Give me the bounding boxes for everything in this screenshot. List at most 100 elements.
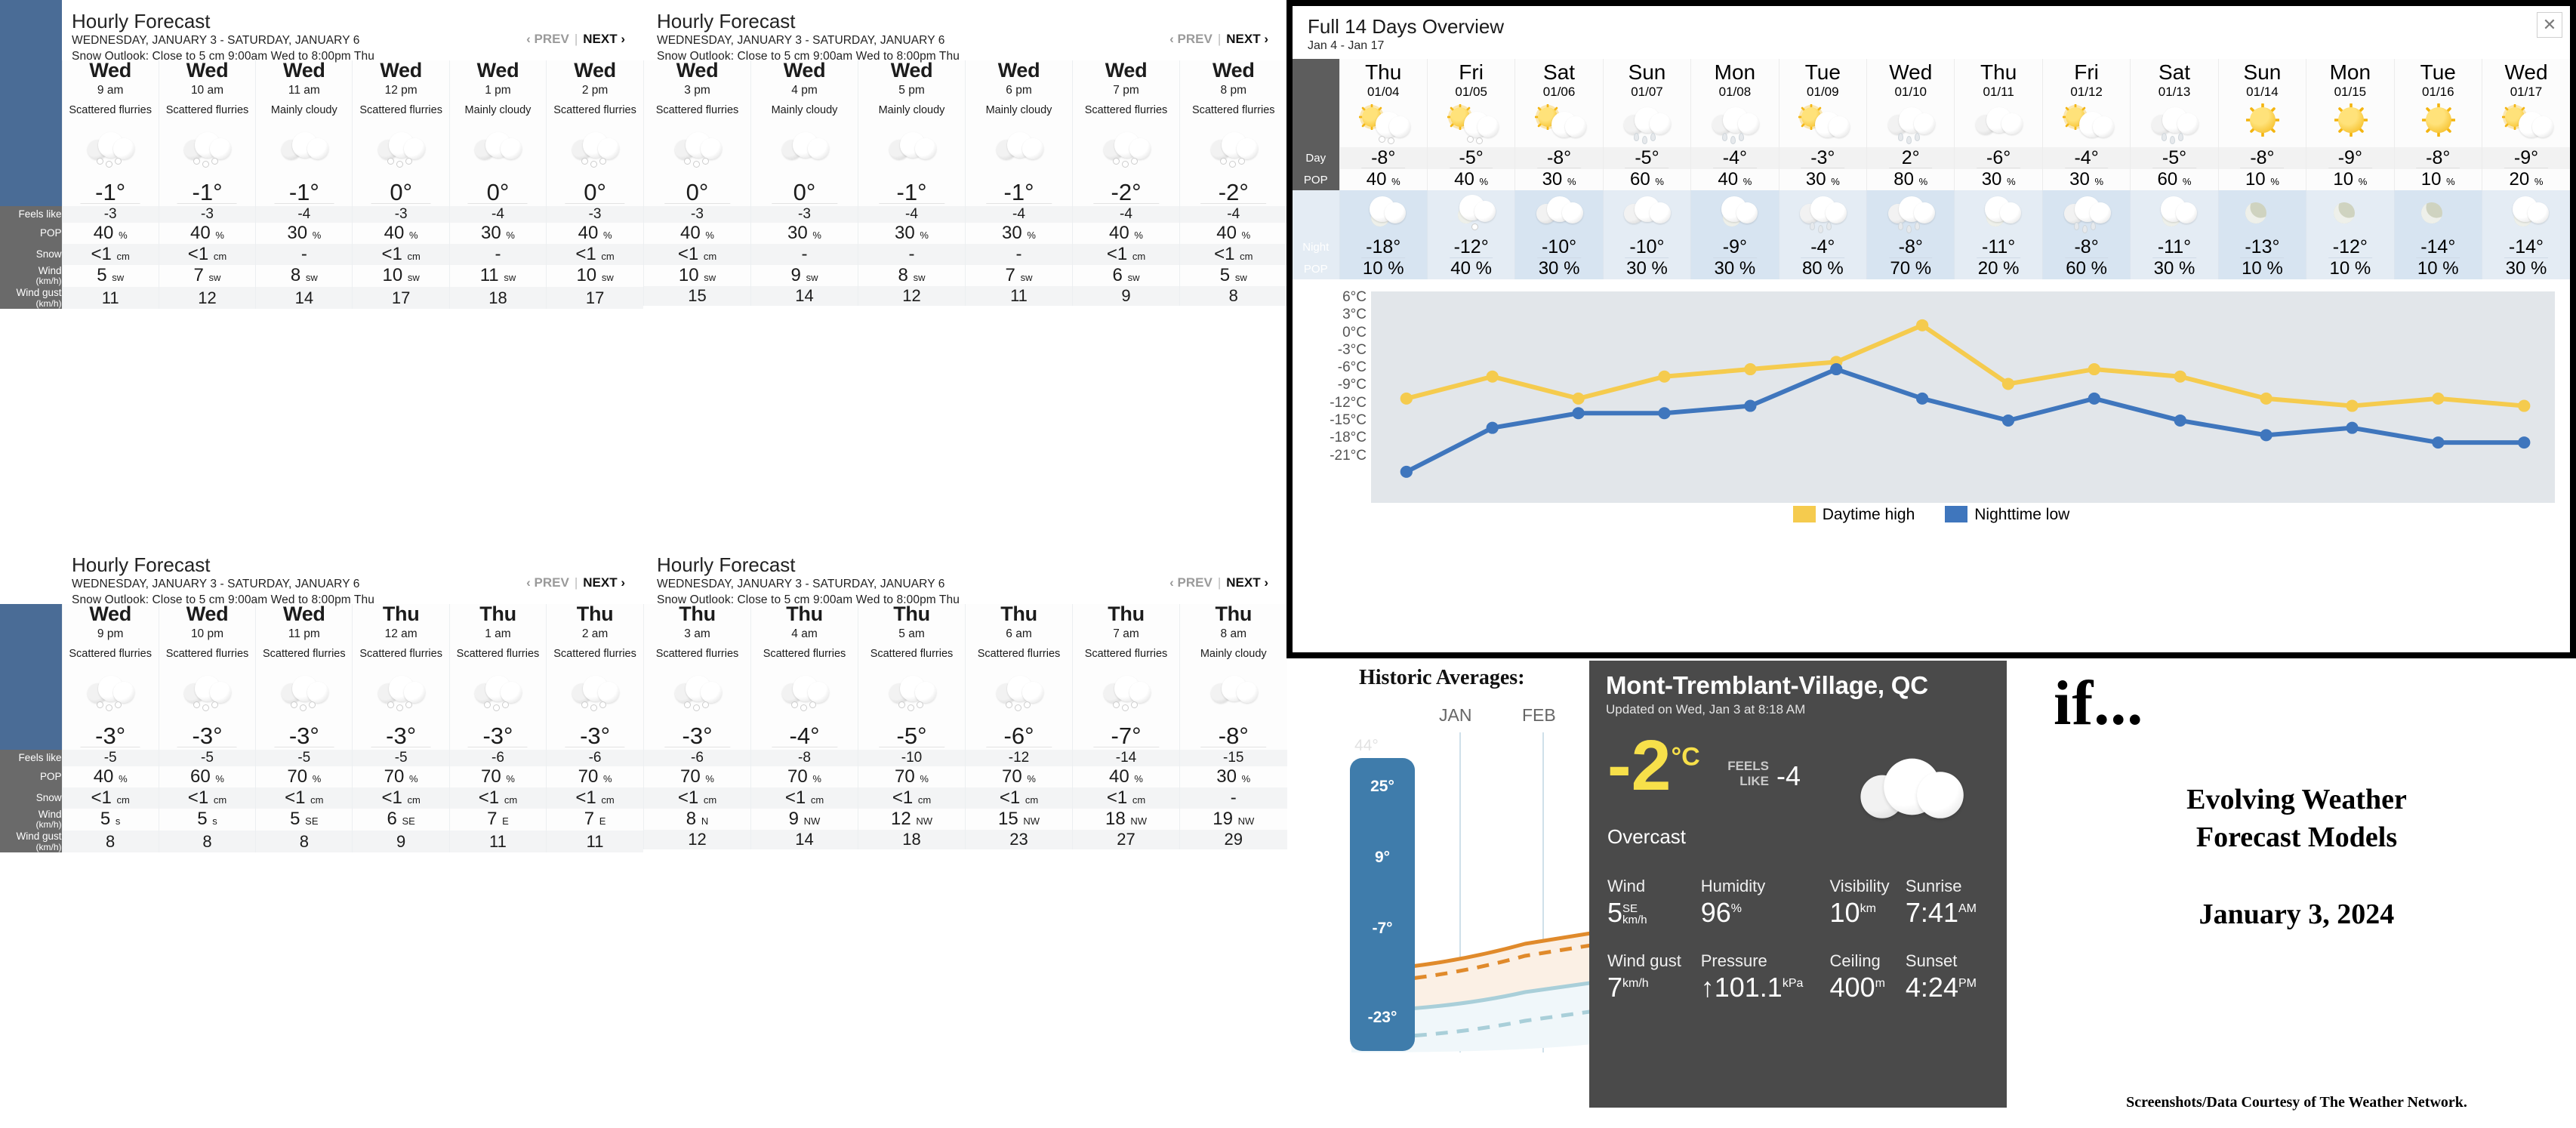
prev-button[interactable]: ‹ PREV: [526, 575, 569, 590]
day-column-header[interactable]: Wed 01/10: [1866, 59, 1955, 101]
temperature-cell: -2°: [1072, 178, 1180, 206]
hour-column-header[interactable]: Wed 10 pm Scattered flurries: [158, 604, 256, 664]
column-condition: Scattered flurries: [165, 104, 249, 116]
cloud-rain-icon: [1866, 101, 1955, 147]
day-column-header[interactable]: Thu 01/04: [1339, 59, 1428, 101]
row-label-day: Day: [1293, 147, 1339, 169]
hour-column-header[interactable]: Wed 9 pm Scattered flurries: [61, 604, 159, 664]
table-row: [643, 663, 1287, 723]
day-column-header[interactable]: Fri 01/12: [2041, 59, 2131, 101]
next-button[interactable]: NEXT ›: [583, 32, 625, 46]
hour-column-header[interactable]: Wed 5 pm Mainly cloudy: [858, 60, 966, 120]
pop-cell: 60 %: [158, 766, 256, 787]
day-column-header[interactable]: Sat 01/13: [2130, 59, 2219, 101]
day-column-header[interactable]: Tue 01/16: [2393, 59, 2482, 101]
hour-column-header[interactable]: Thu 5 am Scattered flurries: [858, 604, 966, 664]
prev-button[interactable]: ‹ PREV: [1169, 575, 1213, 590]
hour-column-header[interactable]: Thu 7 am Scattered flurries: [1072, 604, 1180, 664]
city-name: Mont-Tremblant-Village, QC: [1606, 671, 1928, 699]
temperature-cell: -3°: [255, 722, 353, 750]
feels-like-cell: -3: [158, 205, 256, 223]
column-time: 6 pm: [1006, 84, 1032, 97]
hour-column-header[interactable]: Wed 10 am Scattered flurries: [158, 60, 256, 120]
feels-like-cell: -14: [1072, 749, 1180, 766]
day-of-week: Sat: [1543, 60, 1576, 84]
snow-cloud-icon: [750, 663, 858, 723]
row-label-pop: POP: [1293, 169, 1339, 190]
day-column-header[interactable]: Thu 01/11: [1954, 59, 2043, 101]
hour-column-header[interactable]: Thu 3 am Scattered flurries: [643, 604, 751, 664]
table-row: Wind gust 7km/h Pressure ↑101.1kPa Ceiling 40…: [1607, 947, 1994, 1020]
day-column-header[interactable]: Sun 01/14: [2217, 59, 2306, 101]
hourly-forecast-panel-3: Hourly Forecast WEDNESDAY, JANUARY 3 - S…: [0, 544, 643, 1042]
day-date: 01/14: [2246, 85, 2279, 99]
hour-column-header[interactable]: Thu 4 am Scattered flurries: [750, 604, 858, 664]
day-date: 01/07: [1631, 85, 1663, 99]
close-icon[interactable]: ✕: [2537, 12, 2562, 38]
night-low-temp: -14°: [2393, 236, 2482, 258]
hour-column-header[interactable]: Thu 12 am Scattered flurries: [352, 604, 450, 664]
pop-cell: 70 %: [448, 766, 547, 787]
snow-cloud-icon: [1179, 119, 1287, 179]
panel-nav: ‹ PREV | NEXT ›: [1169, 575, 1268, 590]
day-column-header[interactable]: Fri 01/05: [1426, 59, 1515, 101]
prev-button[interactable]: ‹ PREV: [1169, 32, 1213, 46]
day-date: 01/04: [1367, 85, 1400, 99]
hour-column-header[interactable]: Thu 6 am Scattered flurries: [965, 604, 1073, 664]
stat-cell: Visibility 10km: [1830, 872, 1904, 945]
feels-like-cell: -4: [1072, 205, 1180, 223]
snow-cell: <1 cm: [1072, 243, 1180, 265]
chart-y-axis-labels: 6°C 3°C 0°C -3°C -6°C -9°C -12°C -15°C -18°C -21°…: [1303, 288, 1367, 464]
hour-column-header[interactable]: Wed 3 pm Scattered flurries: [643, 60, 751, 120]
hour-column-header[interactable]: Thu 8 am Mainly cloudy: [1179, 604, 1287, 664]
panel-nav: ‹ PREV | NEXT ›: [526, 32, 625, 46]
presentation-heading: Evolving Weather Forecast Models: [2017, 781, 2576, 856]
table-row: -1° -1° -1° 0° 0° 0°: [0, 178, 643, 206]
sun-cloud-icon: [2041, 101, 2131, 147]
hour-column-header[interactable]: Wed 9 am Scattered flurries: [61, 60, 159, 120]
next-button[interactable]: NEXT ›: [1226, 575, 1268, 590]
feels-like-label: FEELS LIKE: [1727, 759, 1769, 788]
wind-gust-cell: 14: [750, 285, 858, 306]
day-column-header[interactable]: Mon 01/08: [1690, 59, 1779, 101]
day-column-header[interactable]: Tue 01/09: [1778, 59, 1867, 101]
pop-cell: 40 %: [643, 222, 751, 244]
series-line-daytime-high: [1404, 322, 2527, 408]
table-row: Thu 3 am Scattered flurries Thu 4 am Scattere…: [643, 604, 1287, 664]
stat-value: 96%: [1700, 897, 1742, 928]
day-high-temp: -9°: [2306, 147, 2395, 169]
pop-cell: 40 %: [61, 222, 159, 244]
prev-button[interactable]: ‹ PREV: [526, 32, 569, 46]
next-button[interactable]: NEXT ›: [1226, 32, 1268, 46]
table-row: Wed 9 am Scattered flurries Wed 10 am Scatter…: [0, 60, 643, 120]
table-row: <1 cm <1 cm <1 cm <1 cm <1 cm -: [643, 787, 1287, 809]
column-condition: Scattered flurries: [553, 648, 636, 660]
hour-column-header[interactable]: Thu 1 am Scattered flurries: [448, 604, 547, 664]
hour-column-header[interactable]: Wed 1 pm Mainly cloudy: [448, 60, 547, 120]
moon-cloud-icon: [1339, 190, 1428, 236]
day-column-header[interactable]: Sun 01/07: [1602, 59, 1691, 101]
hour-column-header[interactable]: Wed 11 am Mainly cloudy: [255, 60, 353, 120]
hour-column-header[interactable]: Wed 12 pm Scattered flurries: [352, 60, 450, 120]
hour-column-header[interactable]: Wed 11 pm Scattered flurries: [255, 604, 353, 664]
hour-column-header[interactable]: Wed 8 pm Scattered flurries: [1179, 60, 1287, 120]
hour-column-header[interactable]: Thu 2 am Scattered flurries: [546, 604, 643, 664]
next-button[interactable]: NEXT ›: [583, 575, 625, 590]
temperature-cell: 0°: [448, 178, 547, 206]
data-point: [1658, 407, 1671, 420]
data-point: [2518, 399, 2531, 412]
hour-column-header[interactable]: Wed 4 pm Mainly cloudy: [750, 60, 858, 120]
row-label-spacer: [0, 722, 62, 750]
day-column-header[interactable]: Wed 01/17: [2481, 59, 2570, 101]
hour-column-header[interactable]: Wed 6 pm Mainly cloudy: [965, 60, 1073, 120]
feels-like-cell: -4: [858, 205, 966, 223]
night-low-temp: -4°: [1778, 236, 1867, 258]
current-temperature: -2°C: [1607, 730, 1700, 802]
day-column-header[interactable]: Mon 01/15: [2306, 59, 2395, 101]
hour-column-header[interactable]: Wed 7 pm Scattered flurries: [1072, 60, 1180, 120]
hour-column-header[interactable]: Wed 2 pm Scattered flurries: [546, 60, 643, 120]
snow-cloud-icon: [448, 663, 547, 723]
column-condition: Scattered flurries: [1084, 648, 1168, 660]
day-column-header[interactable]: Sat 01/06: [1514, 59, 1604, 101]
column-condition: Mainly cloudy: [771, 104, 838, 116]
